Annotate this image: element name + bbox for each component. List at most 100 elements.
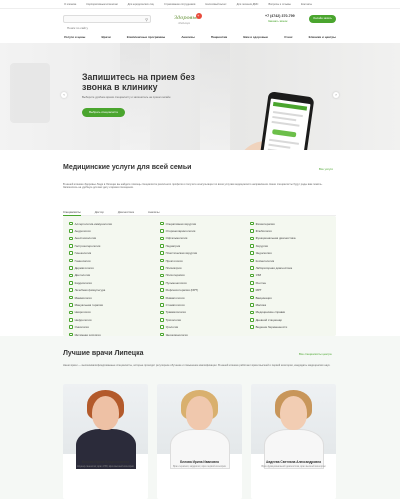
service-item[interactable]: Гомеопатия [69, 257, 112, 264]
nav-item[interactable]: О нас [284, 35, 292, 39]
service-item[interactable]: Маммология [69, 294, 112, 301]
checkbox-icon[interactable] [69, 325, 73, 329]
chevron-right-icon[interactable]: › [333, 92, 339, 98]
checkbox-icon[interactable] [160, 303, 164, 307]
service-item[interactable]: Психиатрия [160, 264, 198, 271]
service-label[interactable]: Оториноларингология [166, 229, 196, 233]
checkbox-icon[interactable] [160, 281, 164, 285]
service-label[interactable]: Онкология [75, 325, 89, 329]
service-label[interactable]: Дневной стационар [256, 318, 282, 322]
service-item[interactable]: Оториноларингология [160, 227, 198, 234]
doctor-name[interactable]: Авдеева Светлана Александровна [251, 460, 336, 464]
checkbox-icon[interactable] [160, 273, 164, 278]
nav-item[interactable]: Пациентам [211, 35, 227, 39]
service-label[interactable]: Физиотерапия [256, 222, 275, 226]
checkbox-icon[interactable] [69, 266, 73, 270]
checkbox-icon[interactable] [250, 244, 254, 248]
doctor-card[interactable]: Белова Ирина Ивановна Врач-терапевт, кар… [157, 384, 242, 499]
checkbox-icon[interactable] [250, 251, 254, 256]
checkbox-icon[interactable] [160, 317, 164, 322]
service-label[interactable]: Психиатрия [166, 266, 182, 270]
checkbox-icon[interactable] [250, 281, 254, 285]
service-label[interactable]: Травматология [166, 310, 186, 314]
service-label[interactable]: Маммология [75, 296, 92, 300]
service-item[interactable]: Массаж [250, 301, 295, 308]
top-link[interactable]: Вопросы и отзывы [268, 3, 290, 6]
nav-item[interactable]: Услуги и цены [64, 35, 85, 39]
service-item[interactable]: Рентген [250, 279, 295, 286]
checkbox-icon[interactable] [250, 303, 254, 307]
top-link[interactable]: Страхование сотрудников [164, 3, 195, 6]
service-label[interactable]: Лабораторная диагностика [256, 266, 293, 270]
checkbox-icon[interactable] [69, 317, 73, 322]
choose-specialist-button[interactable]: Выбрать специалиста [82, 108, 125, 117]
checkbox-icon[interactable] [250, 266, 254, 270]
top-link[interactable]: Корпоративным клиентам [86, 3, 117, 6]
doctor-card[interactable]: Белова Ирина Владимировна Акушер-гинекол… [63, 384, 148, 499]
service-label[interactable]: Косметология [256, 259, 275, 263]
service-label[interactable]: Медицинские справки [256, 310, 286, 314]
service-item[interactable]: Онкология [69, 323, 112, 330]
service-label[interactable]: Кардиология [75, 281, 92, 285]
service-label[interactable]: Эндоскопия [256, 251, 272, 255]
checkbox-icon[interactable] [160, 251, 164, 256]
checkbox-icon[interactable] [160, 325, 164, 329]
search-icon[interactable]: ⚲ [145, 17, 148, 22]
search-input[interactable] [64, 25, 142, 31]
service-label[interactable]: Диетология [75, 273, 90, 277]
doctor-card[interactable]: Авдеева Светлана Александровна Врач функ… [251, 384, 336, 499]
service-item[interactable]: Эндоскопия [250, 250, 295, 257]
top-link[interactable]: Для юридических лиц [128, 3, 154, 6]
service-item[interactable]: Мануальная терапия [69, 301, 112, 308]
checkbox-icon[interactable] [160, 236, 164, 241]
service-label[interactable]: Мануальная терапия [75, 303, 103, 307]
service-label[interactable]: Лечебная физкультура [75, 288, 106, 292]
nav-item[interactable]: Клиники и центры [309, 35, 336, 39]
nav-item[interactable]: Анализы [181, 35, 194, 39]
service-label[interactable]: Рефлексотерапия (ИРТ) [166, 288, 199, 292]
service-item[interactable]: Медицинские справки [250, 309, 295, 316]
service-item[interactable]: Трихология [160, 316, 198, 323]
service-item[interactable]: Физиотерапия [250, 220, 295, 227]
callback-link[interactable]: Заказать звонок [268, 20, 287, 23]
checkbox-icon[interactable] [250, 317, 254, 322]
service-item[interactable]: Стоматология [160, 301, 198, 308]
service-item[interactable]: МРТ [250, 287, 295, 294]
checkbox-icon[interactable] [160, 229, 164, 233]
top-link[interactable]: Контакты [301, 3, 312, 6]
service-item[interactable]: Ведение беременности [250, 323, 295, 330]
service-item[interactable]: Андрология [69, 227, 112, 234]
doctor-name[interactable]: Белова Ирина Ивановна [157, 460, 242, 464]
service-item[interactable]: Диетология [69, 272, 112, 279]
checkbox-icon[interactable] [69, 273, 73, 278]
checkbox-icon[interactable] [250, 310, 254, 315]
service-label[interactable]: Неврология [75, 310, 91, 314]
service-item[interactable]: Ревматология [160, 294, 198, 301]
service-item[interactable]: Пластическая хирургия [160, 250, 198, 257]
online-booking-button[interactable]: Онлайн запись [309, 15, 336, 23]
nav-item[interactable]: Врачи [101, 35, 110, 39]
checkbox-icon[interactable] [69, 303, 73, 307]
service-item[interactable]: Урология [160, 323, 198, 330]
checkbox-icon[interactable] [250, 221, 254, 226]
checkbox-icon[interactable] [69, 258, 73, 263]
service-item[interactable]: Лечебная физкультура [69, 287, 112, 294]
service-label[interactable]: Андрология [75, 229, 91, 233]
checkbox-icon[interactable] [160, 244, 164, 248]
service-label[interactable]: Гастроэнтерология [75, 244, 101, 248]
service-item[interactable]: Функциональная диагностика [250, 235, 295, 242]
service-item[interactable]: Нефрология [69, 316, 112, 323]
checkbox-icon[interactable] [69, 295, 73, 300]
service-label[interactable]: Функциональная диагностика [256, 236, 296, 240]
checkbox-icon[interactable] [69, 251, 73, 256]
service-label[interactable]: Аллергология-иммунология [75, 222, 112, 226]
service-label[interactable]: Вакцинация [256, 296, 272, 300]
service-item[interactable]: Гинекология [69, 250, 112, 257]
service-item[interactable]: УЗИ [250, 272, 295, 279]
checkbox-icon[interactable] [69, 236, 73, 241]
service-item[interactable]: Травматология [160, 309, 198, 316]
checkbox-icon[interactable] [160, 310, 164, 315]
service-label[interactable]: Стоматология [166, 303, 185, 307]
service-item[interactable]: Оперативная хирургия [160, 220, 198, 227]
service-item[interactable]: Дневной стационар [250, 316, 295, 323]
